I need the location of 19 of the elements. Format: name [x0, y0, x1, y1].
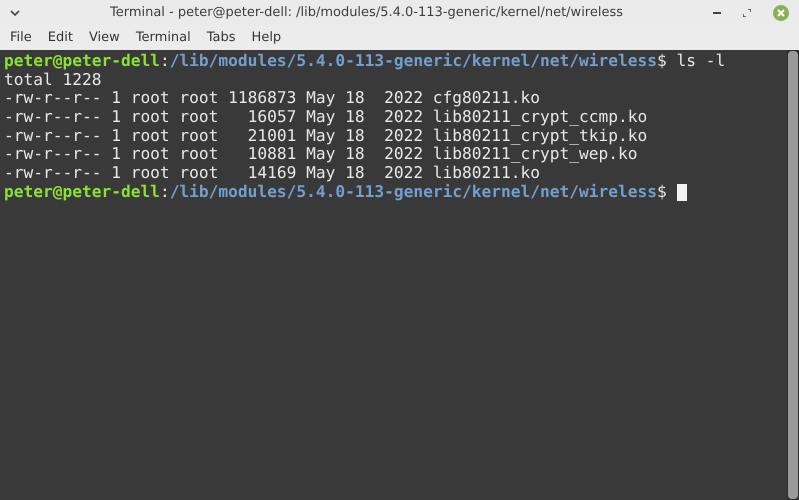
menu-item[interactable]: Help — [246, 28, 288, 47]
prompt-line: peter@peter-dell:/lib/modules/5.4.0-113-generic/kernel/net/wireless$ ls -l — [4, 52, 726, 71]
output-line: -rw-r--r-- 1 root root 14169 May 18 2022 lib80211.ko — [4, 164, 540, 183]
output-line: -rw-r--r-- 1 root root 1186873 May 18 2022 cfg80211.ko — [4, 89, 540, 108]
menu-item[interactable]: Edit — [42, 28, 79, 47]
output-line: total 1228 — [4, 70, 102, 90]
output-line: -rw-r--r-- 1 root root 10881 May 18 2022 lib80211_crypt_wep.ko — [4, 145, 638, 164]
menu-item[interactable]: View — [82, 28, 126, 47]
prompt-line: peter@peter-dell:/lib/modules/5.4.0-113-generic/kernel/net/wireless$ — [4, 182, 667, 202]
output-line: -rw-r--r-- 1 root root 16057 May 18 2022 lib80211_crypt_ccmp.ko — [4, 108, 648, 127]
scrollbar[interactable] — [787, 50, 799, 500]
minimize-icon[interactable] — [713, 12, 721, 14]
menu-item[interactable]: Tabs — [200, 28, 242, 47]
chevron-down-icon[interactable] — [10, 10, 20, 16]
window-title: Terminal - peter@peter-dell: /lib/modules/5.4.0-113-generic/kernel/net/wireless — [108, 5, 624, 20]
output-line: -rw-r--r-- 1 root root 21001 May 18 2022 lib80211_crypt_tkip.ko — [4, 126, 648, 146]
maximize-icon[interactable] — [743, 8, 751, 16]
menu-item[interactable]: Terminal — [130, 28, 197, 47]
menu-item[interactable]: File — [4, 28, 38, 47]
